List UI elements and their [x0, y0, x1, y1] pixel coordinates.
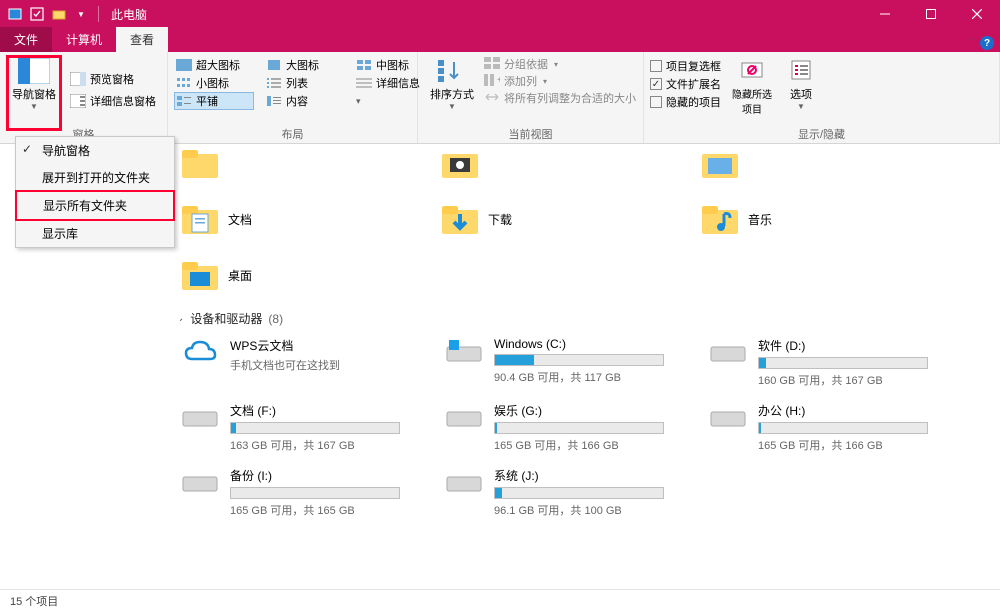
folder-documents[interactable]: 文档: [180, 202, 380, 236]
group-label-current-view: 当前视图: [424, 125, 637, 143]
group-by-button[interactable]: 分组依据▾: [484, 56, 636, 72]
fit-columns-button[interactable]: 将所有列调整为合适的大小: [484, 90, 636, 106]
layout-extra-large[interactable]: 超大图标: [174, 56, 254, 74]
ribbon-collapse-icon[interactable]: ˇ: [970, 37, 974, 49]
group-label-show-hide: 显示/隐藏: [650, 125, 993, 143]
preview-pane-icon: [70, 71, 86, 87]
check-icon: ✓: [22, 142, 32, 156]
drive-icon: [444, 337, 484, 367]
details-pane-icon: [70, 93, 86, 109]
layout-list[interactable]: 列表: [264, 74, 344, 92]
folder-downloads[interactable]: 下载: [440, 202, 640, 236]
status-item-count: 15 个项目: [10, 593, 58, 609]
ribbon-tabs: 文件 计算机 查看 ˇ ?: [0, 28, 1000, 52]
title-bar: ▼ 此电脑: [0, 0, 1000, 28]
drive-c[interactable]: Windows (C:) 90.4 GB 可用，共 117 GB: [444, 337, 684, 388]
tab-computer[interactable]: 计算机: [52, 27, 116, 52]
layout-content[interactable]: 内容: [264, 92, 344, 110]
chevron-down-icon: ▼: [30, 102, 38, 111]
file-extensions-toggle[interactable]: ✓文件扩展名: [650, 76, 721, 92]
qat-new-folder-icon[interactable]: [50, 5, 68, 23]
drive-icon: [444, 467, 484, 497]
navigation-pane-button[interactable]: 导航窗格 ▼: [6, 54, 62, 125]
drive-icon: [180, 402, 220, 432]
minimize-button[interactable]: [862, 0, 908, 28]
cloud-icon: [180, 337, 220, 367]
options-button[interactable]: 选项 ▼: [779, 54, 823, 125]
menu-show-all-folders[interactable]: 显示所有文件夹: [15, 190, 175, 221]
layout-small[interactable]: 小图标: [174, 74, 254, 92]
drive-j[interactable]: 系统 (J:) 96.1 GB 可用，共 100 GB: [444, 467, 684, 518]
item-checkboxes-toggle[interactable]: 项目复选框: [650, 58, 721, 74]
chevron-down-icon: ⌄: [180, 313, 184, 324]
drive-d[interactable]: 软件 (D:) 160 GB 可用，共 167 GB: [708, 337, 948, 388]
layout-tiles[interactable]: 平铺: [174, 92, 254, 110]
desktop-icon: [180, 258, 220, 292]
add-columns-icon: +: [484, 74, 500, 88]
drive-h[interactable]: 办公 (H:) 165 GB 可用，共 166 GB: [708, 402, 948, 453]
drive-f[interactable]: 文档 (F:) 163 GB 可用，共 167 GB: [180, 402, 420, 453]
help-icon[interactable]: ?: [980, 36, 994, 50]
ribbon: 导航窗格 ▼ 预览窗格 详细信息窗格 窗格 超大图标 大图标: [0, 52, 1000, 144]
content-area: 文档 下载 音乐 桌面 ⌄ 设备和驱动器 (8) WPS云文档 手机文档也可在这…: [180, 150, 988, 589]
separator: [98, 6, 99, 22]
hidden-items-toggle[interactable]: 隐藏的项目: [650, 94, 721, 110]
window-title: 此电脑: [111, 6, 147, 23]
layout-large[interactable]: 大图标: [264, 56, 344, 74]
group-label-layout: 布局: [174, 125, 411, 143]
drive-icon: [444, 402, 484, 432]
downloads-icon: [440, 202, 480, 236]
drive-wps[interactable]: WPS云文档 手机文档也可在这找到: [180, 337, 420, 388]
qat-properties-icon[interactable]: [28, 5, 46, 23]
tab-file[interactable]: 文件: [0, 27, 52, 52]
preview-pane-button[interactable]: 预览窗格: [66, 69, 160, 89]
navigation-pane-menu: ✓ 导航窗格 展开到打开的文件夹 显示所有文件夹 显示库: [15, 136, 175, 248]
tab-view[interactable]: 查看: [116, 27, 168, 52]
chevron-down-icon: ▼: [797, 102, 805, 111]
details-pane-button[interactable]: 详细信息窗格: [66, 91, 160, 111]
menu-expand-to-open[interactable]: 展开到打开的文件夹: [16, 164, 174, 191]
qat-dropdown-icon[interactable]: ▼: [72, 5, 90, 23]
folder-music[interactable]: 音乐: [700, 202, 900, 236]
folder-partial-1[interactable]: [180, 150, 380, 180]
drive-i[interactable]: 备份 (I:) 165 GB 可用，共 165 GB: [180, 467, 420, 518]
add-columns-button[interactable]: +添加列▾: [484, 73, 636, 89]
hide-selected-button[interactable]: 隐藏所选项目: [727, 54, 777, 125]
drive-g[interactable]: 娱乐 (G:) 165 GB 可用，共 166 GB: [444, 402, 684, 453]
status-bar: 15 个项目: [0, 589, 1000, 611]
drive-icon: [180, 467, 220, 497]
sort-by-button[interactable]: 排序方式 ▼: [424, 54, 480, 125]
documents-icon: [180, 202, 220, 236]
folder-partial-3[interactable]: [700, 150, 900, 180]
folder-partial-2[interactable]: [440, 150, 640, 180]
folder-desktop[interactable]: 桌面: [180, 258, 380, 292]
drive-icon: [708, 402, 748, 432]
devices-section-header[interactable]: ⌄ 设备和驱动器 (8): [180, 310, 988, 327]
app-icon: [6, 5, 24, 23]
layout-more[interactable]: ▾: [354, 92, 374, 110]
maximize-button[interactable]: [908, 0, 954, 28]
chevron-down-icon: ▼: [448, 102, 456, 111]
menu-navigation-pane[interactable]: ✓ 导航窗格: [16, 137, 174, 164]
svg-text:+: +: [497, 75, 500, 86]
drive-icon: [708, 337, 748, 367]
drive-bar-fill: [495, 355, 534, 365]
music-icon: [700, 202, 740, 236]
fit-columns-icon: [484, 91, 500, 105]
menu-show-libraries[interactable]: 显示库: [16, 220, 174, 247]
close-button[interactable]: [954, 0, 1000, 28]
group-by-icon: [484, 57, 500, 71]
